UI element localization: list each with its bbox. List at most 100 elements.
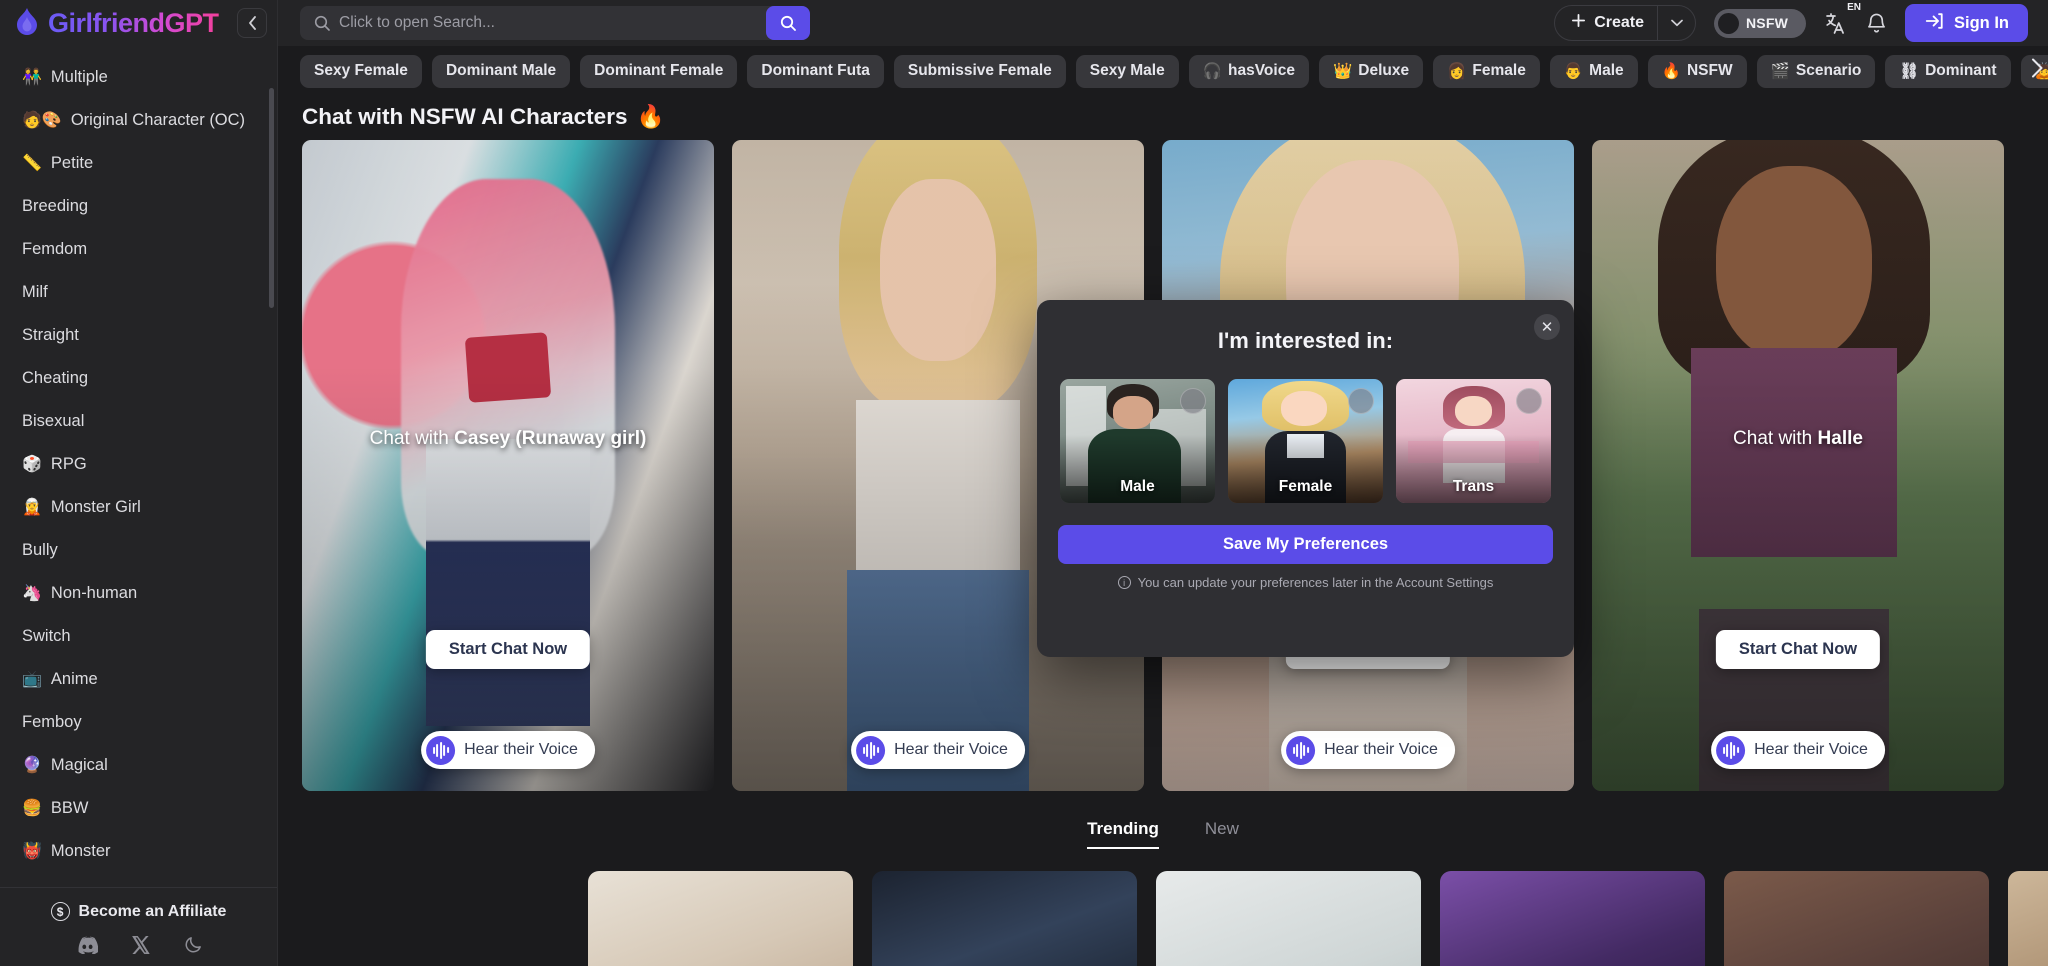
gender-option-female[interactable]: Female [1228, 379, 1383, 503]
chevron-down-icon[interactable] [1657, 6, 1695, 40]
filter-chip-dominant-futa[interactable]: Dominant Futa [747, 54, 884, 88]
brand-name: GirlfriendGPT [48, 7, 219, 38]
character-thumbnail[interactable] [872, 871, 1137, 966]
tab-trending[interactable]: Trending [1087, 819, 1159, 849]
character-card[interactable]: Chat with Halle Start Chat Now Hear thei… [1592, 140, 2004, 791]
sidebar-item-monster[interactable]: 👹 Monster [0, 830, 277, 873]
voice-wave-icon [856, 735, 886, 765]
sidebar-item-label: Monster [50, 842, 111, 860]
sidebar-item-label: Petite [50, 154, 94, 172]
character-thumbnail[interactable] [588, 871, 853, 966]
sidebar-item-non-human[interactable]: 🦄 Non-human [0, 572, 277, 615]
nsfw-toggle-knob [1718, 12, 1739, 34]
sidebar-item-emoji: 🧝 [22, 498, 42, 516]
sidebar-item-bbw[interactable]: 🍔 BBW [0, 787, 277, 830]
hear-their-voice-button[interactable]: Hear their Voice [1711, 731, 1885, 769]
filter-chip-male[interactable]: 👨 Male [1549, 54, 1638, 88]
filter-chip-hasvoice[interactable]: 🎧 hasVoice [1188, 54, 1309, 88]
search-input[interactable] [339, 14, 739, 32]
sidebar-item-femboy[interactable]: Femboy [0, 701, 277, 744]
sidebar-item-femdom[interactable]: Femdom [0, 228, 277, 271]
sidebar-item-original-character-oc[interactable]: 🧑🎨 Original Character (OC) [0, 99, 277, 142]
become-an-affiliate-link[interactable]: $ Become an Affiliate [50, 902, 227, 921]
hear-their-voice-button[interactable]: Hear their Voice [421, 731, 595, 769]
sidebar-item-label: Magical [50, 756, 108, 774]
gender-option-trans[interactable]: Trans [1396, 379, 1551, 503]
nsfw-toggle[interactable]: NSFW [1714, 8, 1806, 38]
x-twitter-icon[interactable] [131, 935, 150, 954]
affiliate-label: Become an Affiliate [78, 902, 227, 920]
filter-chip-sexy-male[interactable]: Sexy Male [1075, 54, 1179, 88]
sidebar-item-multiple[interactable]: 👫 Multiple [0, 56, 277, 99]
sidebar-item-straight[interactable]: Straight [0, 314, 277, 357]
chip-label: Scenario [1795, 62, 1862, 79]
start-chat-button[interactable]: Start Chat Now [425, 630, 591, 669]
sidebar-item-anime[interactable]: 📺 Anime [0, 658, 277, 701]
character-card[interactable]: Chat with Casey (Runaway girl) Start Cha… [302, 140, 714, 791]
character-thumbnail[interactable] [1440, 871, 1705, 966]
interest-preferences-modal: ✕ I'm interested in: Male Female Trans S… [1037, 300, 1574, 657]
sidebar-item-cheating[interactable]: Cheating [0, 357, 277, 400]
create-label: Create [1594, 14, 1644, 31]
sidebar-item-bisexual[interactable]: Bisexual [0, 400, 277, 443]
chevron-right-icon[interactable] [2031, 58, 2044, 84]
filter-chip-submissive-female[interactable]: Submissive Female [893, 54, 1066, 88]
chip-emoji: 🔥 [1661, 62, 1681, 80]
sidebar-scrollbar[interactable] [269, 88, 274, 308]
search-bar[interactable] [300, 6, 810, 40]
character-thumbnail[interactable] [2008, 871, 2048, 966]
filter-chip-dominant-female[interactable]: Dominant Female [580, 54, 738, 88]
sidebar-item-label: Straight [22, 326, 79, 344]
option-label: Male [1120, 478, 1155, 495]
character-card-title: Chat with Halle [1592, 428, 2004, 450]
filter-chip-scenario[interactable]: 🎬 Scenario [1756, 54, 1876, 88]
tab-new[interactable]: New [1205, 819, 1239, 849]
create-button[interactable]: Create [1554, 5, 1696, 41]
character-thumbnail[interactable] [1156, 871, 1421, 966]
gender-option-male[interactable]: Male [1060, 379, 1215, 503]
filter-chips-row: Sexy Female Dominant Male Dominant Female D… [278, 46, 2048, 96]
filter-chip-dominant[interactable]: ⛓ Dominant [1885, 54, 2011, 88]
bell-icon[interactable] [1866, 12, 1887, 35]
sidebar-item-petite[interactable]: 📏 Petite [0, 142, 277, 185]
translate-icon[interactable]: EN [1824, 2, 1861, 35]
sidebar-item-label: Bully [22, 541, 58, 559]
flame-icon [14, 8, 40, 38]
chip-emoji: 👩 [1447, 62, 1467, 80]
sidebar-collapse-button[interactable] [237, 8, 267, 38]
create-button-main[interactable]: Create [1555, 6, 1657, 40]
sidebar-item-emoji: 👫 [22, 68, 42, 86]
hear-their-voice-button[interactable]: Hear their Voice [851, 731, 1025, 769]
language-code: EN [1847, 2, 1861, 13]
filter-chip-nsfw[interactable]: 🔥 NSFW [1647, 54, 1747, 88]
filter-chip-deluxe[interactable]: 👑 Deluxe [1318, 54, 1424, 88]
filter-chip-sexy-female[interactable]: Sexy Female [300, 54, 422, 88]
sign-in-label: Sign In [1954, 13, 2009, 32]
login-arrow-icon [1924, 11, 1944, 36]
sidebar-item-rpg[interactable]: 🎲 RPG [0, 443, 277, 486]
sidebar-item-breeding[interactable]: Breeding [0, 185, 277, 228]
filter-chip-dominant-male[interactable]: Dominant Male [431, 54, 571, 88]
search-submit-button[interactable] [766, 6, 810, 40]
character-thumbnail[interactable] [1724, 871, 1989, 966]
chip-label: hasVoice [1228, 62, 1295, 79]
sidebar-item-label: Milf [22, 283, 48, 301]
dollar-circle-icon: $ [50, 902, 70, 921]
sidebar-item-monster-girl[interactable]: 🧝 Monster Girl [0, 486, 277, 529]
sidebar-item-magical[interactable]: 🔮 Magical [0, 744, 277, 787]
close-icon[interactable]: ✕ [1534, 314, 1560, 340]
sidebar-item-label: Multiple [50, 68, 108, 86]
start-chat-button[interactable]: Start Chat Now [1715, 630, 1881, 669]
discord-icon[interactable] [75, 936, 98, 954]
chip-emoji: 👨 [1563, 62, 1584, 80]
chip-label: NSFW [1686, 62, 1733, 79]
sidebar-item-bully[interactable]: Bully [0, 529, 277, 572]
sign-in-button[interactable]: Sign In [1905, 4, 2028, 42]
chip-emoji: 🎬 [1770, 62, 1790, 80]
filter-chip-female[interactable]: 👩 Female [1433, 54, 1540, 88]
moon-theme-icon[interactable] [184, 935, 203, 954]
sidebar-item-switch[interactable]: Switch [0, 615, 277, 658]
save-preferences-button[interactable]: Save My Preferences [1058, 525, 1553, 564]
sidebar-item-milf[interactable]: Milf [0, 271, 277, 314]
hear-their-voice-button[interactable]: Hear their Voice [1281, 731, 1455, 769]
